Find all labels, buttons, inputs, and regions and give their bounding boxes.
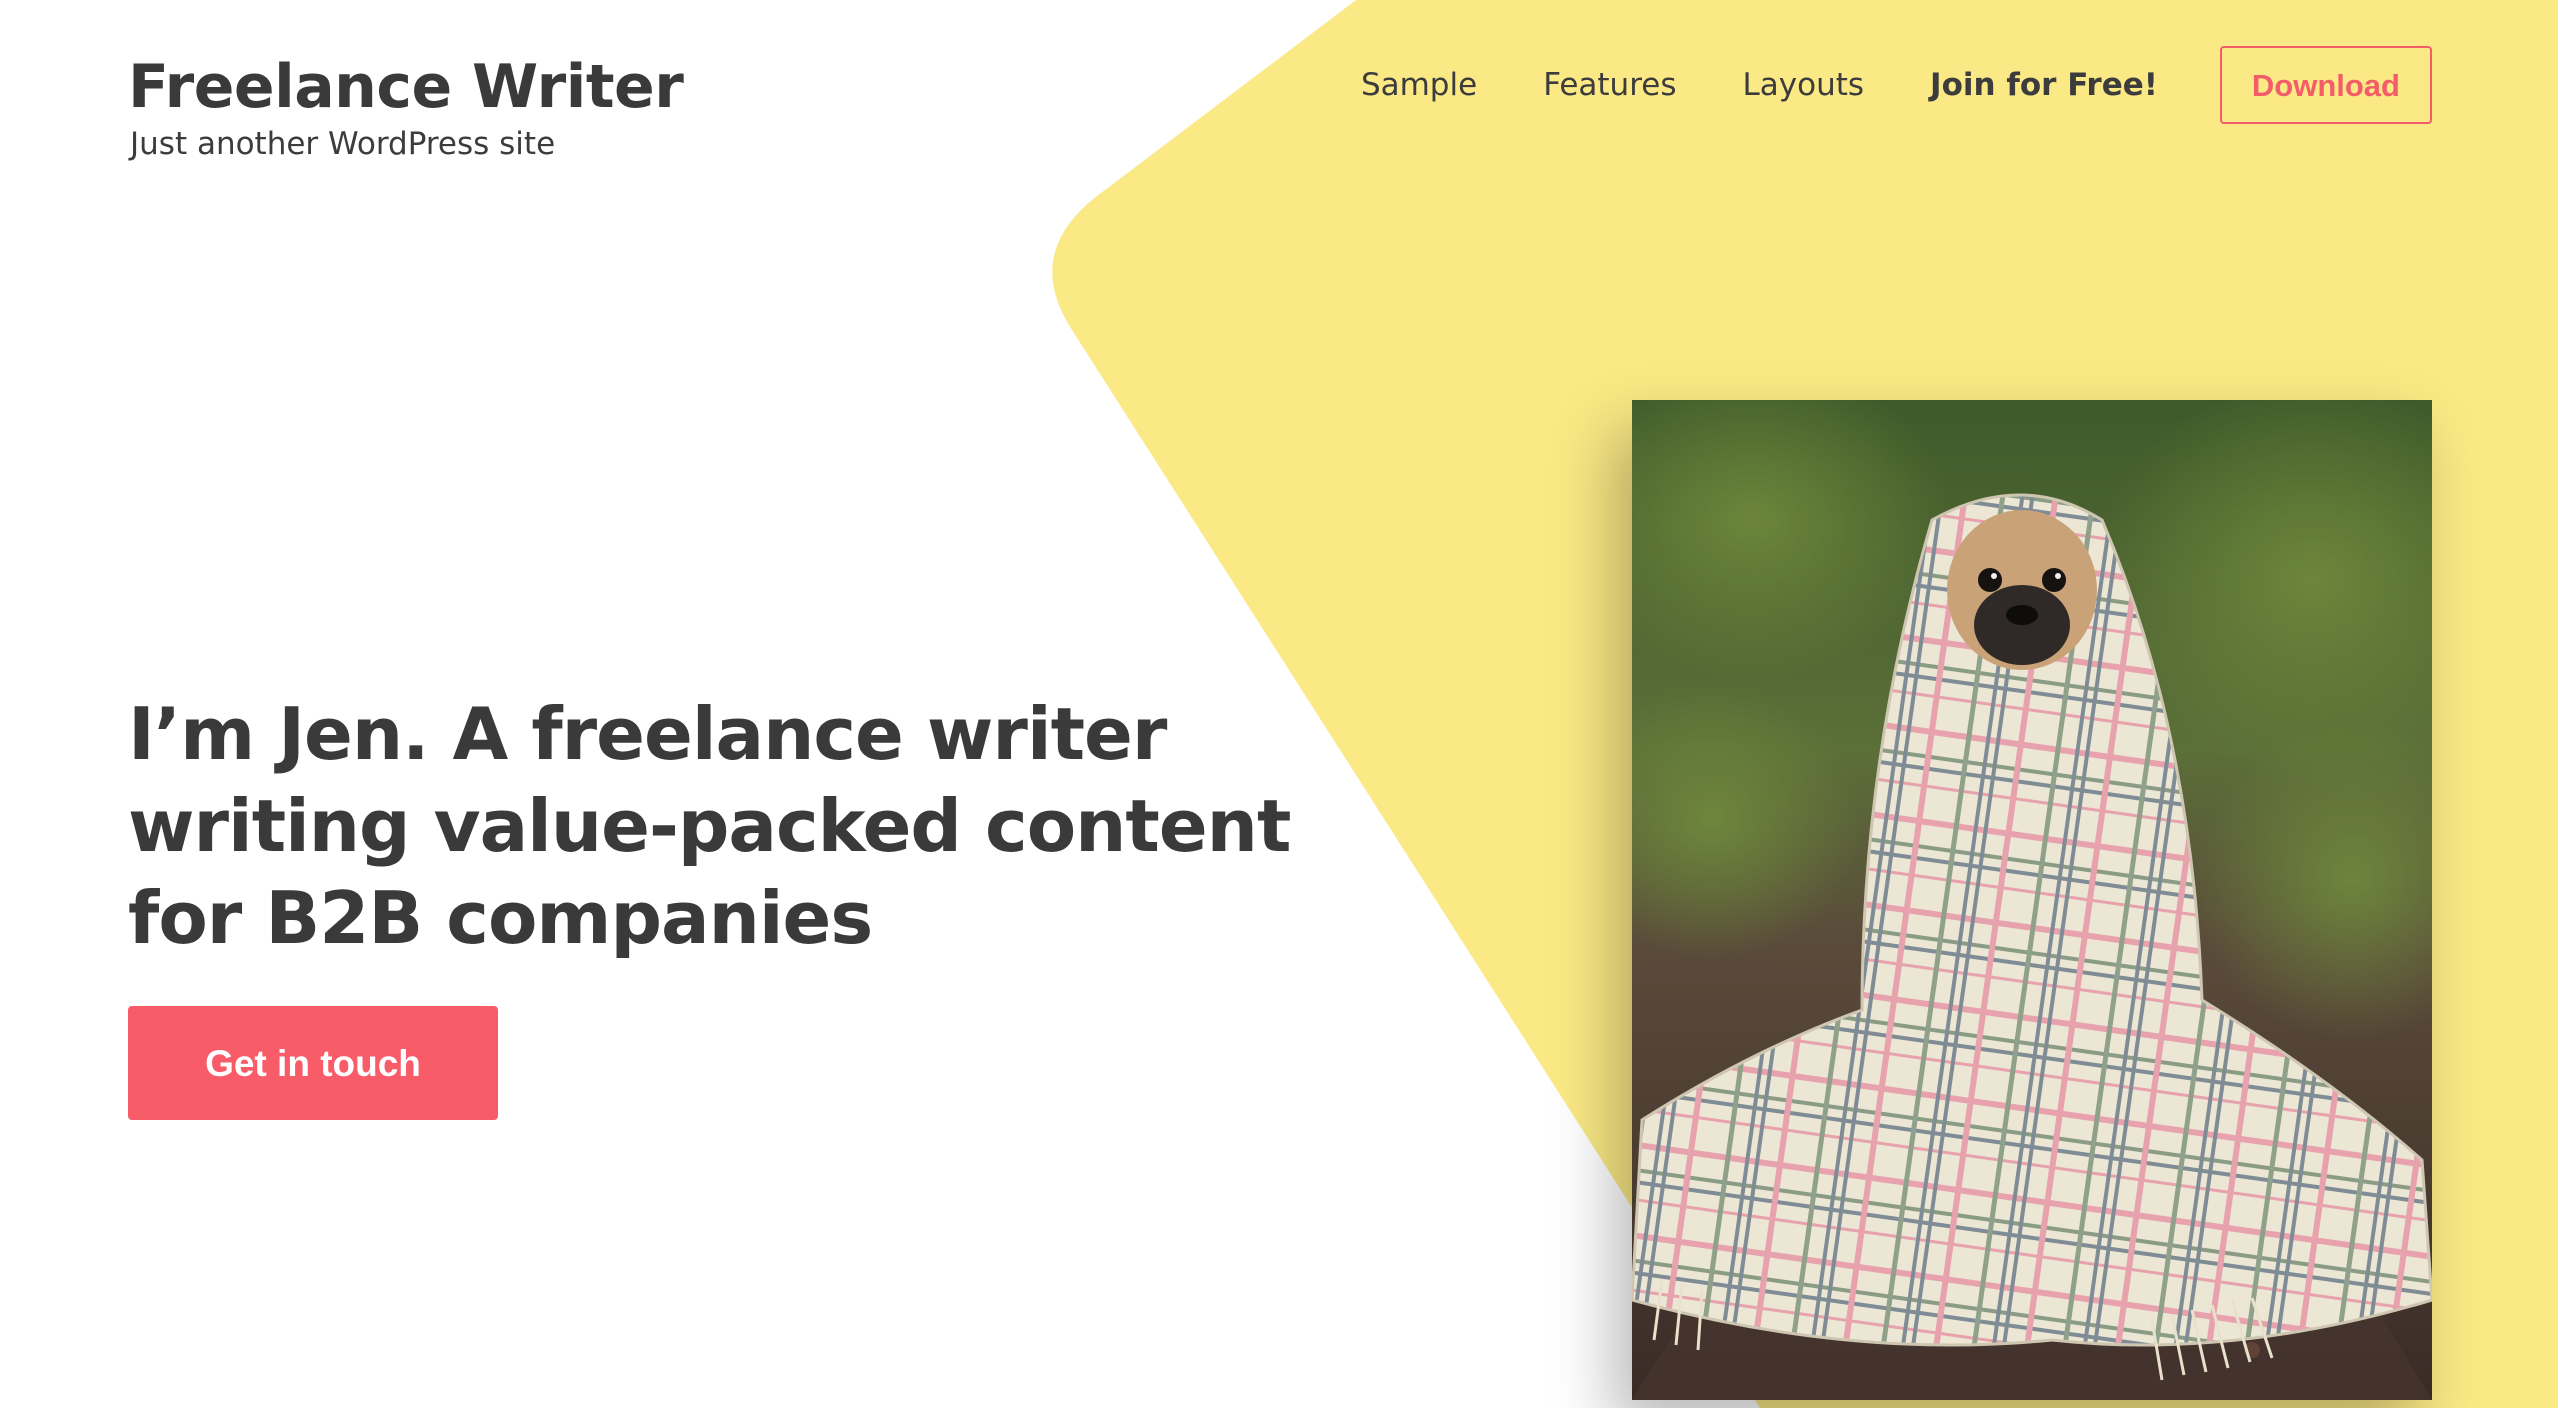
hero-heading: I’m Jen. A freelance writer writing valu… [128,692,1291,960]
nav-link-join-for-free[interactable]: Join for Free! [1930,67,2158,103]
main-navigation: Sample Features Layouts Join for Free! D… [1361,46,2432,124]
nav-link-features[interactable]: Features [1543,67,1676,103]
pug-in-blanket-illustration [1632,400,2432,1400]
nav-link-layouts[interactable]: Layouts [1742,67,1864,103]
download-button[interactable]: Download [2219,46,2432,124]
page: Freelance Writer Just another WordPress … [0,0,2558,1408]
site-tagline: Just another WordPress site [130,126,556,162]
get-in-touch-button[interactable]: Get in touch [128,1006,498,1120]
site-title[interactable]: Freelance Writer [128,52,684,122]
hero-photo [1632,400,2432,1400]
nav-link-sample[interactable]: Sample [1361,67,1477,103]
